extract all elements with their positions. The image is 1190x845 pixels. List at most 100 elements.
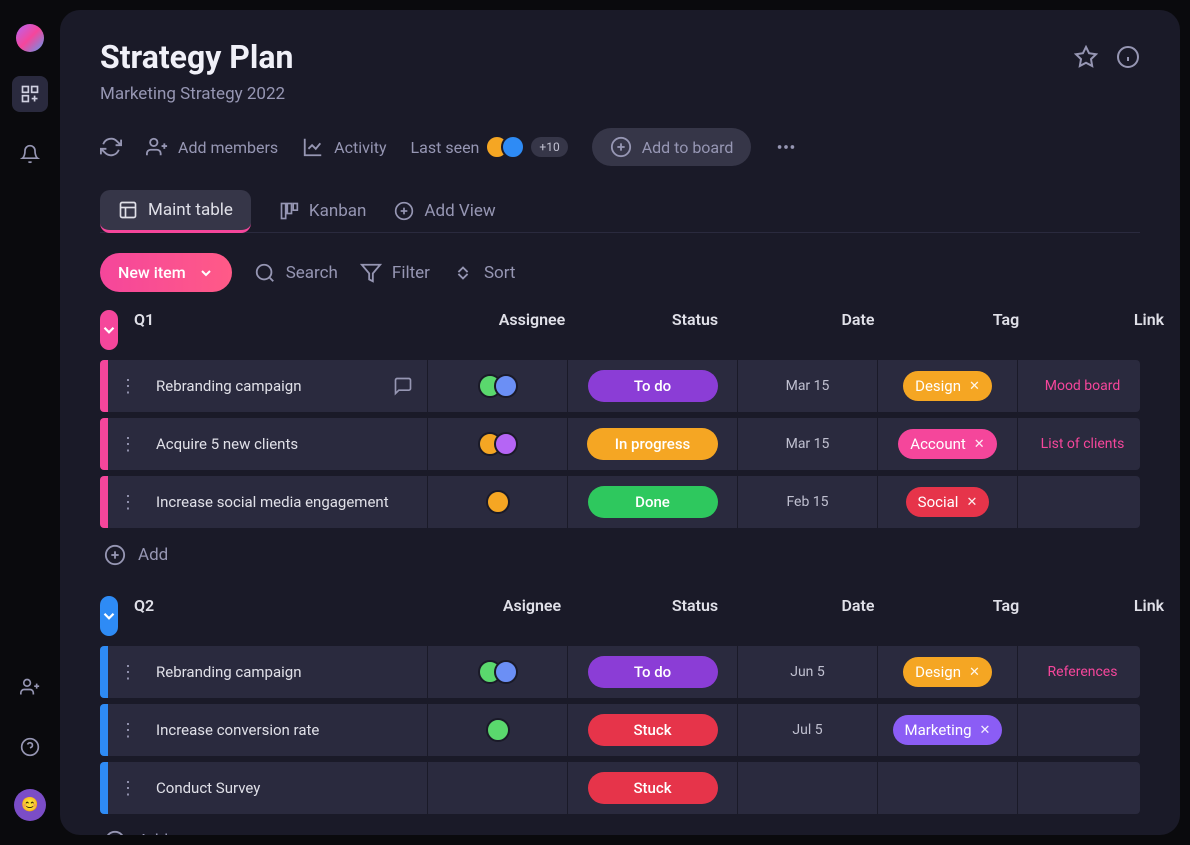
tag-pill[interactable]: Design✕	[903, 657, 992, 687]
row-menu[interactable]: ⋮	[108, 778, 148, 799]
status-pill[interactable]: To do	[588, 656, 718, 688]
grid-icon[interactable]	[12, 76, 48, 112]
user-avatar[interactable]: 😊	[14, 789, 46, 821]
date-cell[interactable]: Feb 15	[738, 476, 878, 528]
link-cell[interactable]: Mood board	[1018, 360, 1148, 412]
status-cell[interactable]: To do	[568, 360, 738, 412]
assignee-cell[interactable]	[428, 704, 568, 756]
sync-button[interactable]	[100, 136, 122, 158]
tag-pill[interactable]: Design✕	[903, 371, 992, 401]
status-pill[interactable]: Done	[588, 486, 718, 518]
tag-cell[interactable]: Marketing✕	[878, 704, 1018, 756]
row-menu[interactable]: ⋮	[108, 720, 148, 741]
tab-kanban[interactable]: Kanban	[279, 191, 366, 231]
status-pill[interactable]: To do	[588, 370, 718, 402]
row-end-cell	[1148, 360, 1180, 412]
tag-remove-icon[interactable]: ✕	[969, 379, 980, 394]
table-row[interactable]: ⋮ Rebranding campaign To do Jun 5 Design…	[100, 646, 1140, 698]
filter-label: Filter	[392, 263, 430, 283]
row-accent	[100, 646, 108, 698]
add-row-button[interactable]: Add	[100, 534, 1140, 576]
link-cell[interactable]	[1018, 762, 1148, 814]
tag-cell[interactable]: Design✕	[878, 360, 1018, 412]
link-cell[interactable]	[1018, 476, 1148, 528]
add-to-board-button[interactable]: Add to board	[592, 128, 752, 166]
table-row[interactable]: ⋮ Conduct Survey Stuck	[100, 762, 1140, 814]
row-title-cell[interactable]: Increase conversion rate	[148, 704, 428, 756]
date-cell[interactable]: Jul 5	[738, 704, 878, 756]
date-cell[interactable]: Mar 15	[738, 360, 878, 412]
row-title-cell[interactable]: Increase social media engagement	[148, 476, 428, 528]
search-button[interactable]: Search	[254, 262, 338, 284]
assignee-cell[interactable]	[428, 418, 568, 470]
filter-button[interactable]: Filter	[360, 262, 430, 284]
row-title-cell[interactable]: Rebranding campaign	[148, 360, 428, 412]
status-cell[interactable]: To do	[568, 646, 738, 698]
status-cell[interactable]: In progress	[568, 418, 738, 470]
assignee-cell[interactable]	[428, 476, 568, 528]
group-toggle[interactable]	[100, 596, 118, 636]
row-menu[interactable]: ⋮	[108, 434, 148, 455]
link-cell[interactable]: References	[1018, 646, 1148, 698]
tag-cell[interactable]	[878, 762, 1018, 814]
tag-remove-icon[interactable]: ✕	[969, 665, 980, 680]
tab-label: Kanban	[309, 201, 366, 221]
date-cell[interactable]	[738, 762, 878, 814]
tag-cell[interactable]: Social✕	[878, 476, 1018, 528]
add-row-button[interactable]: Add	[100, 820, 1140, 835]
status-cell[interactable]: Done	[568, 476, 738, 528]
col-link: Link	[1084, 596, 1180, 636]
comment-icon[interactable]	[393, 376, 413, 396]
col-status: Status	[610, 596, 780, 636]
new-item-button[interactable]: New item	[100, 253, 232, 292]
link-cell[interactable]	[1018, 704, 1148, 756]
tag-pill[interactable]: Marketing✕	[893, 715, 1003, 745]
status-pill[interactable]: In progress	[587, 428, 719, 460]
search-label: Search	[286, 263, 338, 283]
status-cell[interactable]: Stuck	[568, 704, 738, 756]
page-subtitle: Marketing Strategy 2022	[100, 84, 1140, 104]
tag-pill[interactable]: Account✕	[898, 429, 996, 459]
bell-icon[interactable]	[12, 136, 48, 172]
row-menu[interactable]: ⋮	[108, 376, 148, 397]
activity-button[interactable]: Activity	[302, 136, 386, 158]
add-user-icon[interactable]	[12, 669, 48, 705]
last-seen[interactable]: Last seen +10	[411, 135, 568, 159]
row-title-cell[interactable]: Conduct Survey	[148, 762, 428, 814]
row-title-cell[interactable]: Acquire 5 new clients	[148, 418, 428, 470]
table-row[interactable]: ⋮ Acquire 5 new clients In progress Mar …	[100, 418, 1140, 470]
star-icon[interactable]	[1074, 45, 1098, 69]
tag-remove-icon[interactable]: ✕	[974, 437, 985, 452]
assignee-cell[interactable]	[428, 646, 568, 698]
assignee-cell[interactable]	[428, 360, 568, 412]
row-accent	[100, 418, 108, 470]
add-members-button[interactable]: Add members	[146, 136, 278, 158]
page-title: Strategy Plan	[100, 38, 293, 76]
info-icon[interactable]	[1116, 45, 1140, 69]
help-icon[interactable]	[12, 729, 48, 765]
tag-remove-icon[interactable]: ✕	[966, 495, 977, 510]
tab-add-view[interactable]: Add View	[394, 191, 495, 231]
status-pill[interactable]: Stuck	[588, 772, 718, 804]
tag-remove-icon[interactable]: ✕	[980, 723, 991, 738]
tab-main-table[interactable]: Maint table	[100, 190, 251, 233]
assignee-cell[interactable]	[428, 762, 568, 814]
table-row[interactable]: ⋮ Rebranding campaign To do Mar 15 Desig…	[100, 360, 1140, 412]
tag-pill[interactable]: Social✕	[906, 487, 990, 517]
status-cell[interactable]: Stuck	[568, 762, 738, 814]
table-row[interactable]: ⋮ Increase conversion rate Stuck Jul 5 M…	[100, 704, 1140, 756]
status-pill[interactable]: Stuck	[588, 714, 718, 746]
row-title-cell[interactable]: Rebranding campaign	[148, 646, 428, 698]
app-logo[interactable]	[16, 24, 44, 52]
link-cell[interactable]: List of clients	[1018, 418, 1148, 470]
table-row[interactable]: ⋮ Increase social media engagement Done …	[100, 476, 1140, 528]
tag-cell[interactable]: Account✕	[878, 418, 1018, 470]
row-menu[interactable]: ⋮	[108, 662, 148, 683]
sort-button[interactable]: Sort	[452, 262, 516, 284]
group-toggle[interactable]	[100, 310, 118, 350]
date-cell[interactable]: Jun 5	[738, 646, 878, 698]
date-cell[interactable]: Mar 15	[738, 418, 878, 470]
more-menu[interactable]	[775, 136, 797, 158]
row-menu[interactable]: ⋮	[108, 492, 148, 513]
tag-cell[interactable]: Design✕	[878, 646, 1018, 698]
